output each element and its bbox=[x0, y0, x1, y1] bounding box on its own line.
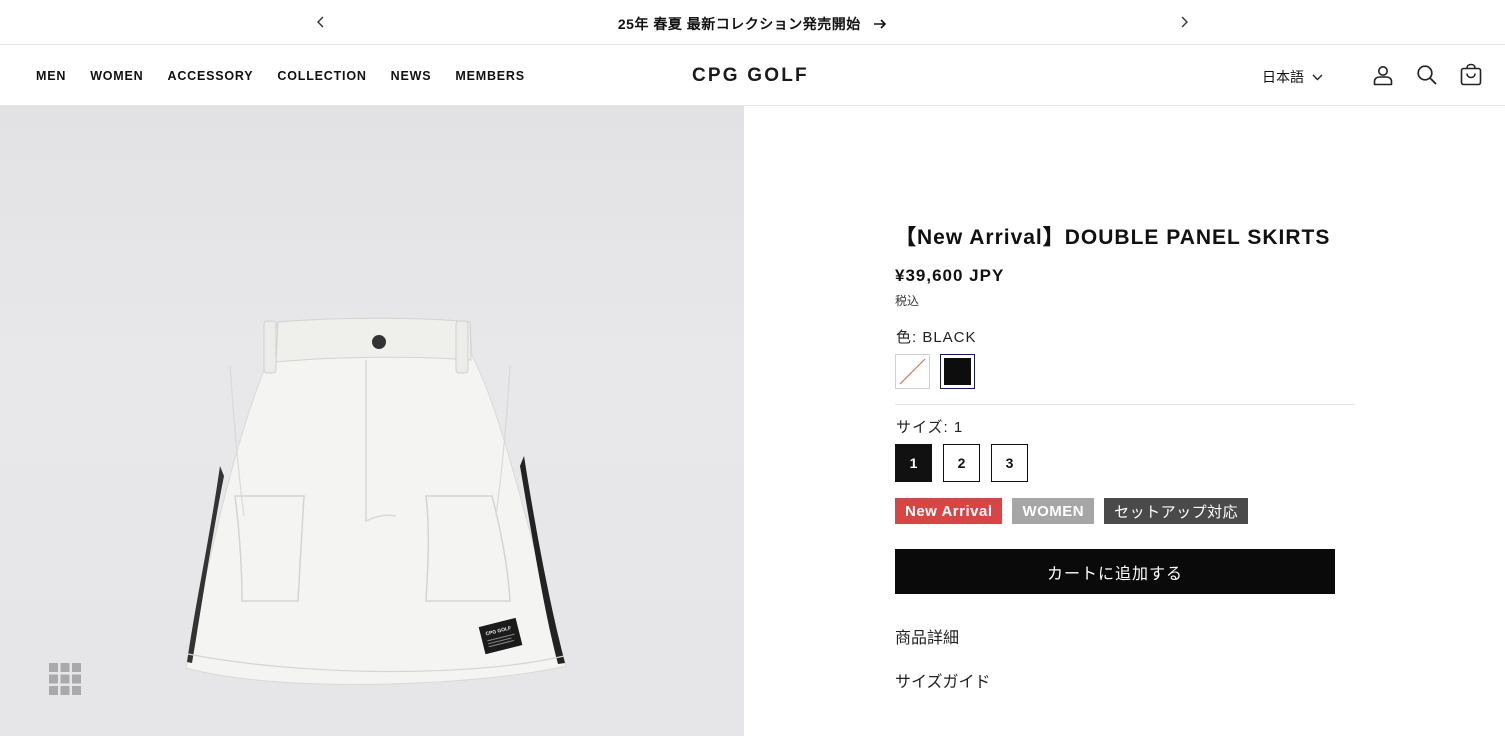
nav-item-members[interactable]: MEMBERS bbox=[455, 69, 525, 83]
product-tags: New Arrival WOMEN セットアップ対応 bbox=[895, 498, 1249, 524]
product-price: ¥39,600 JPY bbox=[895, 266, 1005, 285]
arrow-right-icon bbox=[874, 19, 887, 29]
announcement-message[interactable]: 25年 春夏 最新コレクション発売開始 bbox=[0, 14, 1505, 34]
account-icon[interactable] bbox=[1371, 63, 1395, 87]
site-header: MEN WOMEN ACCESSORY COLLECTION NEWS MEMB… bbox=[0, 45, 1505, 106]
gallery-grid-icon[interactable] bbox=[49, 663, 81, 695]
skirt-image: CPG GOLF bbox=[185, 317, 567, 685]
size-guide-link[interactable]: サイズガイド bbox=[895, 668, 991, 692]
tag-new-arrival: New Arrival bbox=[895, 498, 1003, 524]
chevron-down-icon bbox=[1312, 74, 1323, 80]
size-option-1[interactable]: 1 bbox=[895, 444, 932, 482]
color-swatches bbox=[895, 354, 975, 389]
divider bbox=[895, 404, 1355, 405]
tax-note: 税込 bbox=[895, 294, 920, 308]
unavailable-slash-icon bbox=[896, 355, 929, 388]
search-icon[interactable] bbox=[1415, 63, 1439, 87]
product-image[interactable]: CPG GOLF bbox=[0, 106, 744, 736]
cart-icon[interactable] bbox=[1459, 63, 1483, 87]
nav-item-men[interactable]: MEN bbox=[36, 69, 66, 83]
chevron-right-icon[interactable] bbox=[1174, 12, 1194, 32]
color-swatch-black-fill bbox=[944, 358, 971, 385]
language-selector[interactable]: 日本語 bbox=[1262, 67, 1323, 87]
nav-item-collection[interactable]: COLLECTION bbox=[277, 69, 366, 83]
nav-item-news[interactable]: NEWS bbox=[391, 69, 432, 83]
announcement-bar: 25年 春夏 最新コレクション発売開始 bbox=[0, 0, 1505, 45]
color-swatch-white[interactable] bbox=[895, 354, 930, 389]
size-option-3[interactable]: 3 bbox=[991, 444, 1028, 482]
main-nav: MEN WOMEN ACCESSORY COLLECTION NEWS MEMB… bbox=[36, 69, 549, 83]
color-swatch-black[interactable] bbox=[940, 354, 975, 389]
nav-item-accessory[interactable]: ACCESSORY bbox=[168, 69, 254, 83]
add-to-cart-button[interactable]: カートに追加する bbox=[895, 549, 1335, 594]
size-option-2[interactable]: 2 bbox=[943, 444, 980, 482]
site-logo[interactable]: CPG GOLF bbox=[692, 65, 809, 87]
size-label: サイズ: 1 bbox=[896, 419, 964, 436]
nav-item-women[interactable]: WOMEN bbox=[90, 69, 143, 83]
language-label: 日本語 bbox=[1262, 69, 1304, 85]
size-options: 1 2 3 bbox=[895, 444, 1028, 482]
tag-setup: セットアップ対応 bbox=[1104, 498, 1249, 524]
color-label: 色: BLACK bbox=[896, 329, 977, 346]
tag-women: WOMEN bbox=[1012, 498, 1095, 524]
product-details-link[interactable]: 商品詳細 bbox=[895, 624, 959, 648]
announcement-text[interactable]: 25年 春夏 最新コレクション発売開始 bbox=[618, 14, 861, 34]
product-title: 【New Arrival】DOUBLE PANEL SKIRTS bbox=[895, 226, 1331, 249]
product-info: 【New Arrival】DOUBLE PANEL SKIRTS ¥39,600… bbox=[895, 106, 1355, 736]
